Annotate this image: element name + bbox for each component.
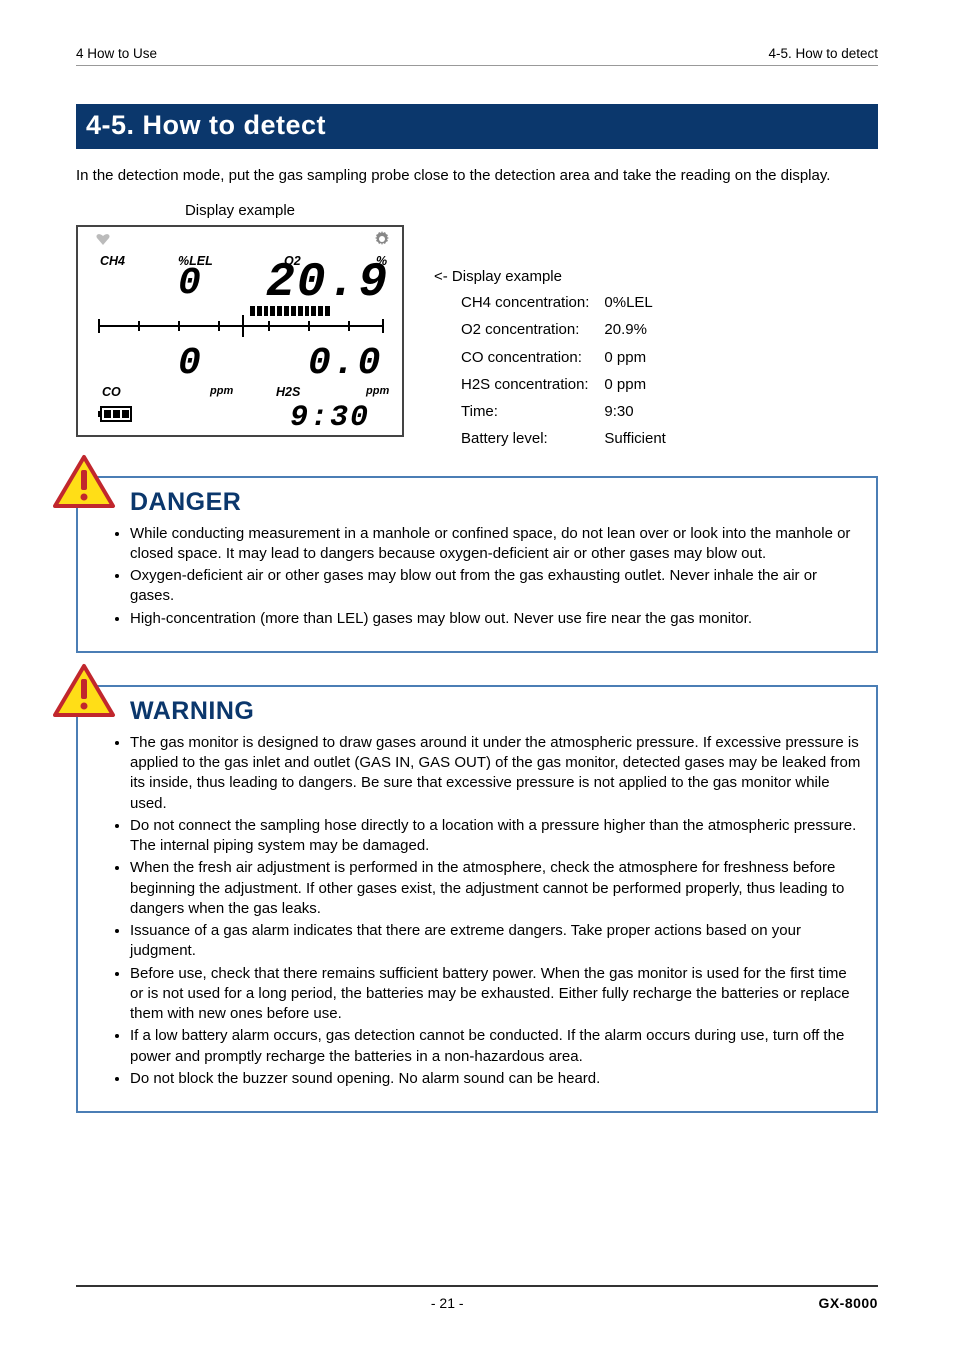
co-label: CO (102, 385, 121, 399)
warning-heading: WARNING (130, 687, 254, 726)
o2-value: 20.9 (266, 259, 389, 307)
list-item: High-concentration (more than LEL) gases… (130, 609, 862, 629)
h2s-unit: ppm (366, 385, 389, 397)
danger-box: DANGER While conducting measurement in a… (76, 476, 878, 653)
legend-value: 0%LEL (603, 290, 677, 315)
legend-value: 0 ppm (603, 372, 677, 397)
legend-prefix: <- Display example (434, 265, 680, 288)
legend-label: Time: (460, 399, 601, 424)
legend-label: O2 concentration: (460, 317, 601, 342)
legend-value: Sufficient (603, 426, 677, 451)
ch4-label: CH4 (100, 254, 125, 268)
header-left: 4 How to Use (76, 46, 157, 61)
danger-list: While conducting measurement in a manhol… (92, 524, 862, 629)
display-legend: <- Display example CH4 concentration:0%L… (434, 265, 680, 454)
list-item: While conducting measurement in a manhol… (130, 524, 862, 565)
list-item: Do not connect the sampling hose directl… (130, 816, 862, 857)
list-item: The gas monitor is designed to draw gase… (130, 733, 862, 814)
page-number: - 21 - (431, 1295, 464, 1311)
list-item: Do not block the buzzer sound opening. N… (130, 1069, 862, 1089)
page-footer: - 21 - GX-8000 (76, 1285, 878, 1311)
time-value: 9:30 (290, 403, 370, 433)
warning-list: The gas monitor is designed to draw gase… (92, 733, 862, 1089)
list-item: If a low battery alarm occurs, gas detec… (130, 1026, 862, 1067)
hazard-triangle-icon (52, 454, 116, 510)
h2s-value: 0.0 (308, 345, 382, 383)
list-item: Before use, check that there remains suf… (130, 964, 862, 1025)
legend-label: CO concentration: (460, 345, 601, 370)
gear-icon (374, 231, 390, 247)
co-value: 0 (178, 345, 203, 383)
legend-value: 0 ppm (603, 345, 677, 370)
list-item: Issuance of a gas alarm indicates that t… (130, 921, 862, 962)
page-header: 4 How to Use 4-5. How to detect (76, 46, 878, 66)
bar-scale (250, 306, 330, 316)
list-item: Oxygen-deficient air or other gases may … (130, 566, 862, 607)
h2s-label: H2S (276, 385, 300, 399)
section-heading: 4-5. How to detect (76, 104, 878, 149)
legend-value: 20.9% (603, 317, 677, 342)
warning-box: WARNING The gas monitor is designed to d… (76, 685, 878, 1113)
list-item: When the fresh air adjustment is perform… (130, 858, 862, 919)
hazard-triangle-icon (52, 663, 116, 719)
ch4-value: 0 (178, 265, 203, 303)
header-right: 4-5. How to detect (768, 46, 878, 61)
legend-label: H2S concentration: (460, 372, 601, 397)
model-name: GX-8000 (818, 1295, 878, 1311)
display-caption: Display example (76, 202, 404, 219)
heart-icon (96, 233, 110, 245)
legend-value: 9:30 (603, 399, 677, 424)
legend-label: CH4 concentration: (460, 290, 601, 315)
display-panel: CH4 %LEL O2 % 0 20.9 (76, 225, 404, 437)
danger-heading: DANGER (130, 478, 241, 517)
intro-paragraph: In the detection mode, put the gas sampl… (76, 165, 878, 187)
legend-label: Battery level: (460, 426, 601, 451)
co-unit: ppm (210, 385, 233, 397)
battery-icon (98, 405, 136, 423)
